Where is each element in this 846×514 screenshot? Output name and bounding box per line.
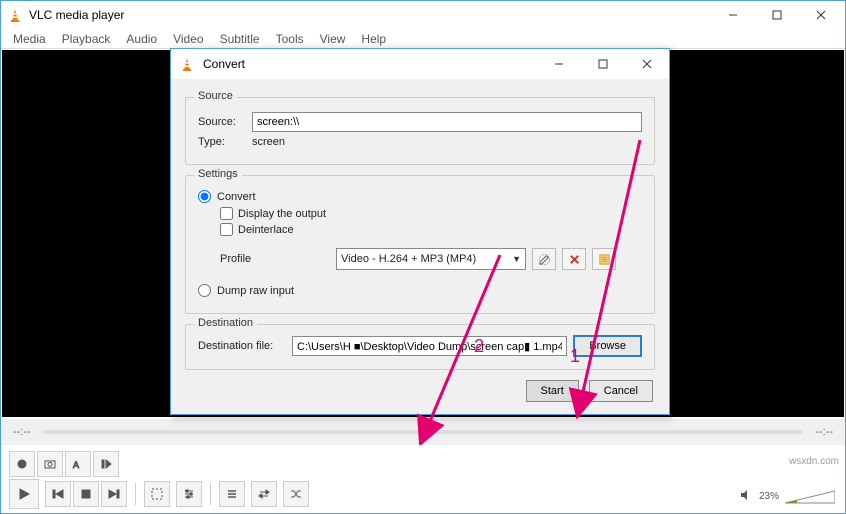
profile-combobox[interactable]: Video - H.264 + MP3 (MP4) ▼ bbox=[336, 248, 526, 270]
svg-text:A: A bbox=[73, 460, 79, 470]
dialog-maximize-button[interactable] bbox=[581, 50, 625, 78]
profile-delete-button[interactable] bbox=[562, 248, 586, 270]
snapshot-button[interactable] bbox=[37, 451, 63, 477]
browse-button[interactable]: Browse bbox=[573, 335, 642, 357]
menu-tools[interactable]: Tools bbox=[268, 30, 312, 48]
record-button[interactable] bbox=[9, 451, 35, 477]
shuffle-button[interactable] bbox=[283, 481, 309, 507]
main-window-title: VLC media player bbox=[29, 8, 711, 22]
profile-new-button[interactable] bbox=[592, 248, 616, 270]
dialog-minimize-button[interactable] bbox=[537, 50, 581, 78]
settings-group: Settings Convert Display the output Dein… bbox=[185, 175, 655, 314]
next-button[interactable] bbox=[101, 481, 127, 507]
loop-a-button[interactable]: A bbox=[65, 451, 91, 477]
volume-percent: 23% bbox=[759, 491, 779, 502]
time-elapsed: --:-- bbox=[13, 426, 31, 438]
deinterlace-label: Deinterlace bbox=[238, 224, 294, 236]
time-total: --:-- bbox=[815, 426, 833, 438]
playback-toolbar bbox=[9, 479, 309, 509]
settings-legend: Settings bbox=[194, 168, 242, 180]
profile-label: Profile bbox=[220, 253, 330, 265]
dialog-titlebar: Convert bbox=[171, 49, 669, 79]
volume-area: 23% bbox=[739, 488, 835, 505]
menu-media[interactable]: Media bbox=[5, 30, 54, 48]
main-close-button[interactable] bbox=[799, 1, 843, 29]
playlist-button[interactable] bbox=[219, 481, 245, 507]
menu-video[interactable]: Video bbox=[165, 30, 211, 48]
main-maximize-button[interactable] bbox=[755, 1, 799, 29]
prev-button[interactable] bbox=[45, 481, 71, 507]
display-output-label: Display the output bbox=[238, 208, 326, 220]
source-label: Source: bbox=[198, 116, 244, 128]
main-titlebar: VLC media player bbox=[1, 1, 845, 29]
convert-radio-label: Convert bbox=[217, 191, 256, 203]
play-button[interactable] bbox=[9, 479, 39, 509]
stop-button[interactable] bbox=[73, 481, 99, 507]
profile-value: Video - H.264 + MP3 (MP4) bbox=[341, 253, 476, 265]
destination-file-input[interactable] bbox=[292, 336, 567, 356]
menu-subtitle[interactable]: Subtitle bbox=[212, 30, 268, 48]
dump-radio[interactable] bbox=[198, 284, 211, 297]
record-toolbar: A bbox=[9, 451, 119, 477]
time-row: --:-- --:-- bbox=[1, 419, 845, 445]
dialog-close-button[interactable] bbox=[625, 50, 669, 78]
dialog-title: Convert bbox=[203, 57, 537, 71]
type-value: screen bbox=[252, 136, 285, 148]
convert-dialog: Convert Source Source: Type: screen Sett… bbox=[170, 48, 670, 415]
profile-edit-button[interactable] bbox=[532, 248, 556, 270]
seek-slider[interactable] bbox=[43, 430, 804, 434]
source-input[interactable] bbox=[252, 112, 642, 132]
dump-radio-label: Dump raw input bbox=[217, 285, 294, 297]
destination-group: Destination Destination file: Browse bbox=[185, 324, 655, 370]
menu-playback[interactable]: Playback bbox=[54, 30, 119, 48]
menu-help[interactable]: Help bbox=[353, 30, 394, 48]
chevron-down-icon: ▼ bbox=[512, 254, 521, 264]
frame-step-button[interactable] bbox=[93, 451, 119, 477]
start-button[interactable]: Start bbox=[526, 380, 579, 402]
speaker-icon[interactable] bbox=[739, 488, 753, 505]
type-label: Type: bbox=[198, 136, 244, 148]
cancel-button[interactable]: Cancel bbox=[589, 380, 653, 402]
source-legend: Source bbox=[194, 90, 237, 102]
watermark: wsxdn.com bbox=[789, 456, 839, 467]
volume-slider[interactable] bbox=[785, 489, 835, 505]
main-minimize-button[interactable] bbox=[711, 1, 755, 29]
fullscreen-button[interactable] bbox=[144, 481, 170, 507]
extended-settings-button[interactable] bbox=[176, 481, 202, 507]
menu-view[interactable]: View bbox=[312, 30, 354, 48]
convert-radio[interactable] bbox=[198, 190, 211, 203]
menubar: Media Playback Audio Video Subtitle Tool… bbox=[1, 29, 845, 49]
vlc-cone-icon bbox=[7, 7, 23, 23]
display-output-checkbox[interactable] bbox=[220, 207, 233, 220]
menu-audio[interactable]: Audio bbox=[118, 30, 165, 48]
destination-legend: Destination bbox=[194, 317, 257, 329]
source-group: Source Source: Type: screen bbox=[185, 97, 655, 165]
destination-file-label: Destination file: bbox=[198, 340, 286, 352]
deinterlace-checkbox[interactable] bbox=[220, 223, 233, 236]
loop-button[interactable] bbox=[251, 481, 277, 507]
vlc-cone-icon bbox=[179, 56, 195, 72]
